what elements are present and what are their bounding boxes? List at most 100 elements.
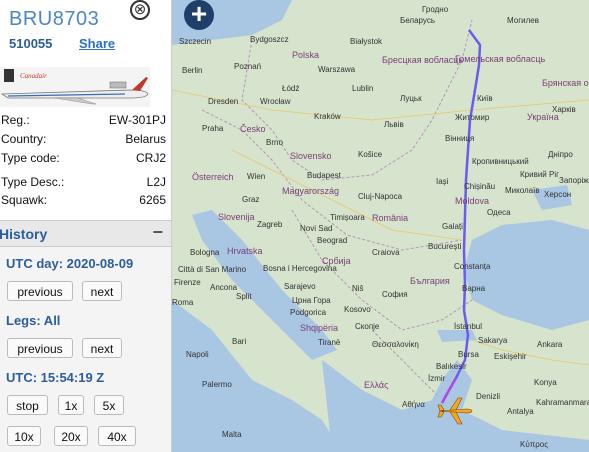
stop-button[interactable]: stop <box>7 395 48 415</box>
map-label: Кропивницький <box>472 157 529 166</box>
detail-label: Reg.: <box>1 113 30 127</box>
map-label: Zagreb <box>257 220 283 229</box>
history-header[interactable]: History − <box>0 220 171 247</box>
map-label: Malta <box>222 430 242 439</box>
map-label: Ankara <box>537 340 563 349</box>
detail-value: Belarus <box>125 132 166 146</box>
map-label: Миколаїв <box>505 186 540 195</box>
map-label: Craiova <box>372 248 400 257</box>
map-label: Chișinău <box>464 182 496 191</box>
map-label: İstanbul <box>454 322 483 331</box>
map-label: Slovenija <box>218 212 255 222</box>
detail-value: CRJ2 <box>135 151 166 165</box>
map-label: Bydgoszcz <box>250 35 289 44</box>
map-label: Одеса <box>487 208 511 217</box>
map-label: Moldova <box>455 196 490 206</box>
map-label: Magyarország <box>282 186 340 196</box>
map-label: Бресцкая вобласць <box>382 55 464 65</box>
utc-time-label: UTC: 15:54:19 Z <box>6 370 105 385</box>
map-label: Херсон <box>544 190 572 199</box>
map-label: Roma <box>172 298 194 307</box>
speed-5x-button[interactable]: 5x <box>94 395 124 415</box>
map-label: Napoli <box>186 350 209 359</box>
history-section: UTC day: 2020-08-09 previous next Legs: … <box>0 247 171 452</box>
map-label: Lublin <box>352 84 374 93</box>
map-label: Brno <box>266 138 283 147</box>
map-label: Constanța <box>454 262 491 271</box>
map-label: Praha <box>202 124 224 133</box>
map-label: Kraków <box>314 112 341 121</box>
map-label: Αθήνα <box>402 400 425 409</box>
detail-label: Squawk: <box>1 193 48 207</box>
history-title: History <box>0 226 48 242</box>
map-label: Białystok <box>350 37 383 46</box>
map-label: București <box>428 242 462 251</box>
flight-map[interactable]: + Беларусь Могилев Białystok Гродно Bydg… <box>172 0 589 452</box>
map-label: Беларусь <box>400 16 435 25</box>
map-label: Bologna <box>190 248 220 257</box>
day-previous-button[interactable]: previous <box>7 281 73 301</box>
map-label: Łódź <box>282 84 300 93</box>
photo-text: Canadair <box>20 72 47 80</box>
map-label: Варна <box>462 284 486 293</box>
map-label: Харків <box>552 105 576 114</box>
aircraft-marker-icon[interactable] <box>436 396 476 426</box>
map-label: Могилев <box>507 16 539 25</box>
map-label: Niš <box>352 284 364 293</box>
day-next-button[interactable]: next <box>82 281 122 301</box>
map-label: İzmir <box>428 374 446 383</box>
speed-20x-button[interactable]: 20x <box>54 426 88 446</box>
map-label: Sakarya <box>478 336 508 345</box>
aircraft-info-panel: BRU8703 ⊗ 510055 Share Canadair Reg.: EW… <box>0 0 172 452</box>
map-label: Гродно <box>422 5 449 14</box>
leg-next-button[interactable]: next <box>82 338 122 358</box>
share-link[interactable]: Share <box>79 36 115 51</box>
map-label: Львів <box>384 120 404 129</box>
detail-label: Type code: <box>1 151 60 165</box>
hex-code: 510055 <box>9 36 53 51</box>
callsign: BRU8703 <box>9 8 100 30</box>
collapse-icon[interactable]: − <box>152 222 163 243</box>
map-label: Θεσσαλονίκη <box>372 340 419 349</box>
map-label: Wien <box>247 172 266 181</box>
map-label: Iași <box>436 177 449 186</box>
map-label: Shqipëria <box>300 323 339 333</box>
map-label: Wrocław <box>260 97 291 106</box>
speed-40x-button[interactable]: 40x <box>98 426 136 446</box>
zoom-in-button[interactable]: + <box>184 0 214 30</box>
map-label: Warszawa <box>318 65 356 74</box>
map-label: Poznań <box>234 62 262 71</box>
speed-10x-button[interactable]: 10x <box>7 426 41 446</box>
map-label: Split <box>236 292 252 301</box>
map-label: Hrvatska <box>227 246 263 256</box>
detail-label: Country: <box>1 132 47 146</box>
map-label: Österreich <box>192 172 234 182</box>
map-label: Київ <box>477 94 493 103</box>
map-label: România <box>372 213 409 223</box>
map-label: Скопје <box>355 322 380 331</box>
detail-label: Type Desc.: <box>1 175 65 189</box>
map-label: България <box>410 276 450 286</box>
map-label: Кривий Ріг <box>520 170 560 179</box>
map-label: Graz <box>242 195 260 204</box>
map-label: Tiranë <box>318 338 341 347</box>
leg-previous-button[interactable]: previous <box>7 338 73 358</box>
detail-value: L2J <box>146 175 166 189</box>
map-label: Bursa <box>458 350 479 359</box>
speed-1x-button[interactable]: 1x <box>58 395 84 415</box>
map-label: Galați <box>442 222 463 231</box>
map-label: Košice <box>358 150 383 159</box>
map-label: Κύπρος <box>520 440 549 449</box>
close-icon[interactable]: ⊗ <box>130 0 150 20</box>
map-label: Konya <box>534 378 557 387</box>
map-label: София <box>382 290 408 299</box>
map-label: Podgorica <box>290 308 327 317</box>
map-label: Palermo <box>202 380 232 389</box>
map-label: Szczecin <box>179 37 212 46</box>
map-label: Вінниця <box>445 134 475 143</box>
map-label: Житомир <box>455 113 490 122</box>
map-label: Budapest <box>307 171 341 180</box>
aircraft-photo[interactable]: Canadair <box>0 67 150 107</box>
map-label: Луцьк <box>400 94 422 103</box>
map-label: Запоріжжя <box>559 176 589 185</box>
